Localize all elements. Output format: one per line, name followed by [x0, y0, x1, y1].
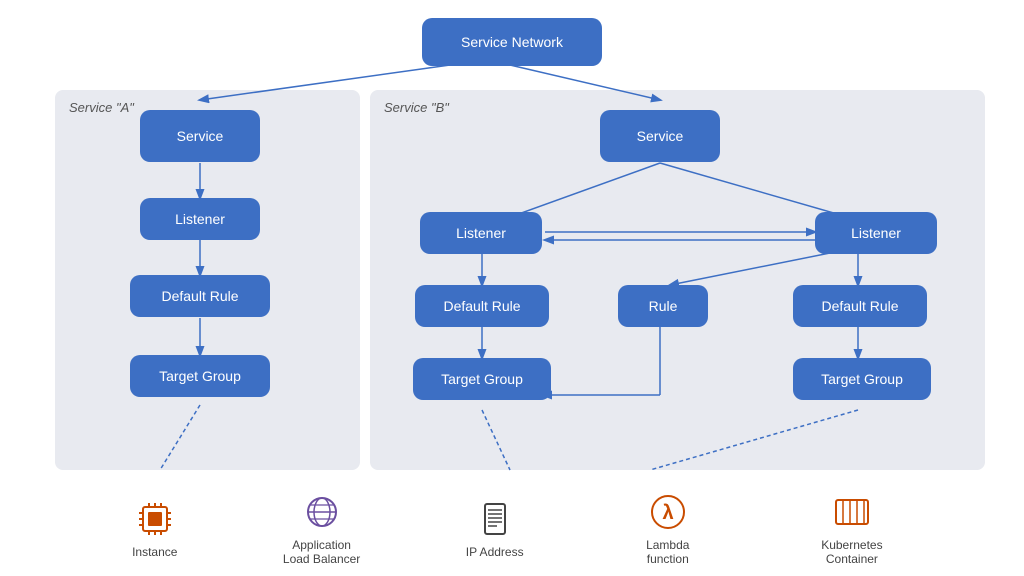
alb-icon-item: Application Load Balancer — [282, 492, 362, 566]
service-b-default-rule2-node: Default Rule — [793, 285, 927, 327]
alb-icon — [302, 492, 342, 532]
lambda-label: Lambda function — [628, 538, 708, 566]
k8s-label: Kubernetes Container — [812, 538, 892, 566]
panel-b-label: Service "B" — [384, 100, 449, 115]
service-b-listener1-node: Listener — [420, 212, 542, 254]
ip-label: IP Address — [466, 545, 524, 559]
k8s-icon — [832, 492, 872, 532]
icons-row: Instance Application Load Balancer — [0, 492, 1024, 566]
service-b-target-group2-node: Target Group — [793, 358, 931, 400]
instance-icon-item: Instance — [132, 499, 177, 559]
service-a-default-rule-node: Default Rule — [130, 275, 270, 317]
svg-text:λ: λ — [662, 502, 673, 524]
service-a-service-node: Service — [140, 110, 260, 162]
service-network-node: Service Network — [422, 18, 602, 66]
service-a-target-group-node: Target Group — [130, 355, 270, 397]
k8s-icon-item: Kubernetes Container — [812, 492, 892, 566]
alb-label: Application Load Balancer — [282, 538, 362, 566]
diagram-container: Service Network Service "A" Service "B" … — [0, 0, 1024, 576]
instance-label: Instance — [132, 545, 177, 559]
lambda-icon: λ — [648, 492, 688, 532]
ip-icon-item: IP Address — [466, 499, 524, 559]
service-b-service-node: Service — [600, 110, 720, 162]
service-b-listener2-node: Listener — [815, 212, 937, 254]
service-b-target-group1-node: Target Group — [413, 358, 551, 400]
panel-a-label: Service "A" — [69, 100, 134, 115]
ip-icon — [475, 499, 515, 539]
instance-icon — [135, 499, 175, 539]
service-b-default-rule1-node: Default Rule — [415, 285, 549, 327]
service-a-listener-node: Listener — [140, 198, 260, 240]
service-b-rule-node: Rule — [618, 285, 708, 327]
lambda-icon-item: λ Lambda function — [628, 492, 708, 566]
